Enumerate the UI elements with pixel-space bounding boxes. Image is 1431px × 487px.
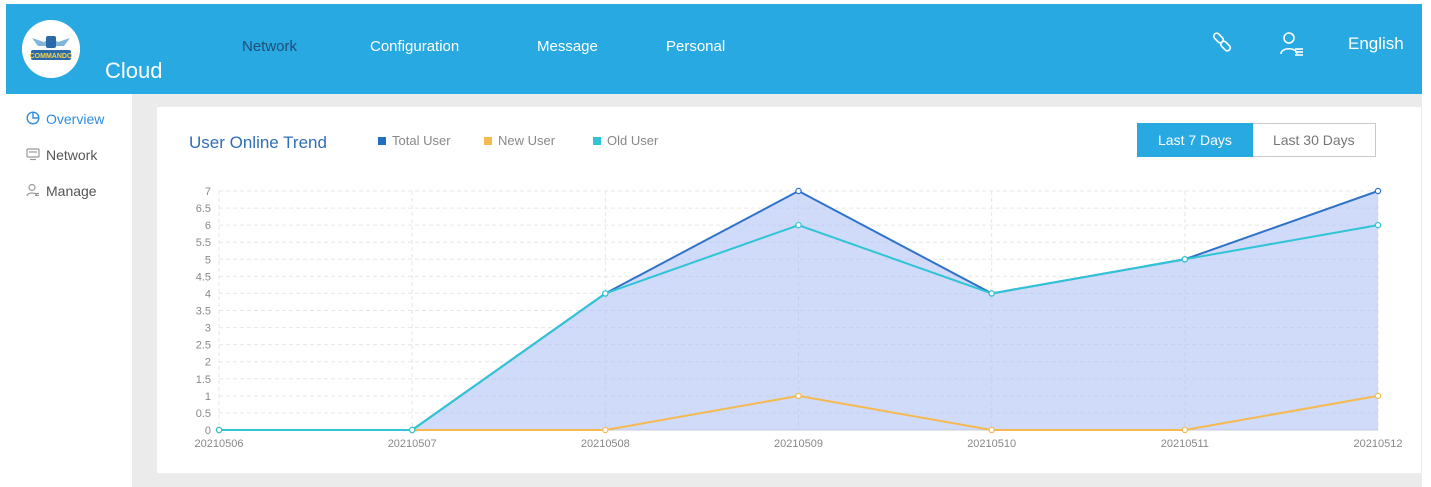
data-point xyxy=(1374,392,1382,400)
x-tick-label: 20210512 xyxy=(1354,438,1403,450)
nav-configuration[interactable]: Configuration xyxy=(370,38,459,55)
y-tick-label: 7 xyxy=(205,186,211,198)
legend-swatch xyxy=(378,136,386,145)
time-range-toggle: Last 7 Days Last 30 Days xyxy=(1137,123,1376,157)
last-7-days-button[interactable]: Last 7 Days xyxy=(1137,123,1253,157)
data-point xyxy=(795,392,802,400)
sidebar-item-label: Overview xyxy=(46,111,105,127)
sidebar: Overview Network Manage xyxy=(6,94,132,487)
user-list-icon[interactable] xyxy=(1278,30,1306,58)
data-point xyxy=(1181,426,1189,434)
y-tick-label: 0.5 xyxy=(196,408,211,420)
y-tick-label: 2 xyxy=(205,357,211,369)
sidebar-item-overview[interactable]: Overview xyxy=(26,108,104,130)
nav-message[interactable]: Message xyxy=(537,38,598,55)
sidebar-item-manage[interactable]: Manage xyxy=(26,180,97,202)
data-point xyxy=(988,426,995,434)
pie-chart-icon xyxy=(26,110,46,128)
y-tick-label: 2.5 xyxy=(196,340,211,352)
x-tick-label: 20210511 xyxy=(1161,438,1209,450)
data-point xyxy=(795,187,802,195)
x-tick-label: 20210508 xyxy=(581,438,630,450)
data-point xyxy=(215,426,223,434)
y-tick-label: 0 xyxy=(205,425,211,437)
y-tick-label: 6.5 xyxy=(196,203,211,215)
legend-label: Total User xyxy=(392,133,451,148)
y-tick-label: 4.5 xyxy=(196,271,211,283)
brand-name: Cloud xyxy=(105,58,163,83)
app-root: COMMANDO Cloud Network Configuration Mes… xyxy=(0,0,1431,487)
user-online-trend-chart: 0 0.5 1 1.5 2 2.5 3 3.5 4 4.5 5 5.5 6 6.5 7 20210506 202… xyxy=(195,186,1403,450)
data-point xyxy=(602,290,609,297)
y-tick-label: 6 xyxy=(205,220,211,232)
sidebar-item-label: Manage xyxy=(46,183,97,199)
user-trend-card: 0 0.5 1 1.5 2 2.5 3 3.5 4 4.5 5 5.5 6 6.5 7 20210506 202… xyxy=(157,107,1421,473)
legend-total-user[interactable]: Total User xyxy=(378,133,451,148)
nav-personal[interactable]: Personal xyxy=(666,38,725,55)
x-tick-label: 20210506 xyxy=(195,438,244,450)
user-icon xyxy=(26,183,46,200)
logo-text: COMMANDO xyxy=(30,53,73,60)
x-tick-label: 20210509 xyxy=(774,438,823,450)
commando-logo[interactable]: COMMANDO xyxy=(22,20,80,78)
legend-label: Old User xyxy=(607,133,659,148)
monitor-icon xyxy=(26,147,46,164)
legend-swatch xyxy=(593,136,601,145)
sidebar-item-network[interactable]: Network xyxy=(26,144,97,166)
legend-swatch xyxy=(484,136,492,145)
data-point xyxy=(988,290,995,297)
x-tick-label: 20210510 xyxy=(967,438,1016,450)
legend-old-user[interactable]: Old User xyxy=(593,133,658,148)
y-tick-label: 3 xyxy=(205,323,211,335)
legend-new-user[interactable]: New User xyxy=(484,133,555,148)
link-icon[interactable] xyxy=(1208,30,1236,58)
y-tick-label: 5.5 xyxy=(196,237,211,249)
legend-label: New User xyxy=(498,133,556,148)
chart-title: User Online Trend xyxy=(189,133,327,152)
data-point xyxy=(602,426,609,434)
top-navigation-bar: COMMANDO Cloud Network Configuration Mes… xyxy=(6,4,1422,94)
sidebar-item-label: Network xyxy=(46,147,98,163)
data-point xyxy=(1374,187,1382,195)
last-30-days-button[interactable]: Last 30 Days xyxy=(1252,123,1376,157)
y-tick-label: 1 xyxy=(205,391,211,403)
y-tick-label: 5 xyxy=(205,254,211,266)
language-selector[interactable]: English xyxy=(1348,34,1404,54)
data-point xyxy=(1181,256,1189,263)
y-tick-label: 3.5 xyxy=(196,306,211,318)
data-point xyxy=(795,221,802,229)
data-point xyxy=(1374,221,1382,229)
y-tick-label: 1.5 xyxy=(196,374,211,386)
data-point xyxy=(408,426,416,434)
nav-network[interactable]: Network xyxy=(242,38,297,55)
x-tick-label: 20210507 xyxy=(388,438,437,450)
y-tick-label: 4 xyxy=(205,288,211,300)
